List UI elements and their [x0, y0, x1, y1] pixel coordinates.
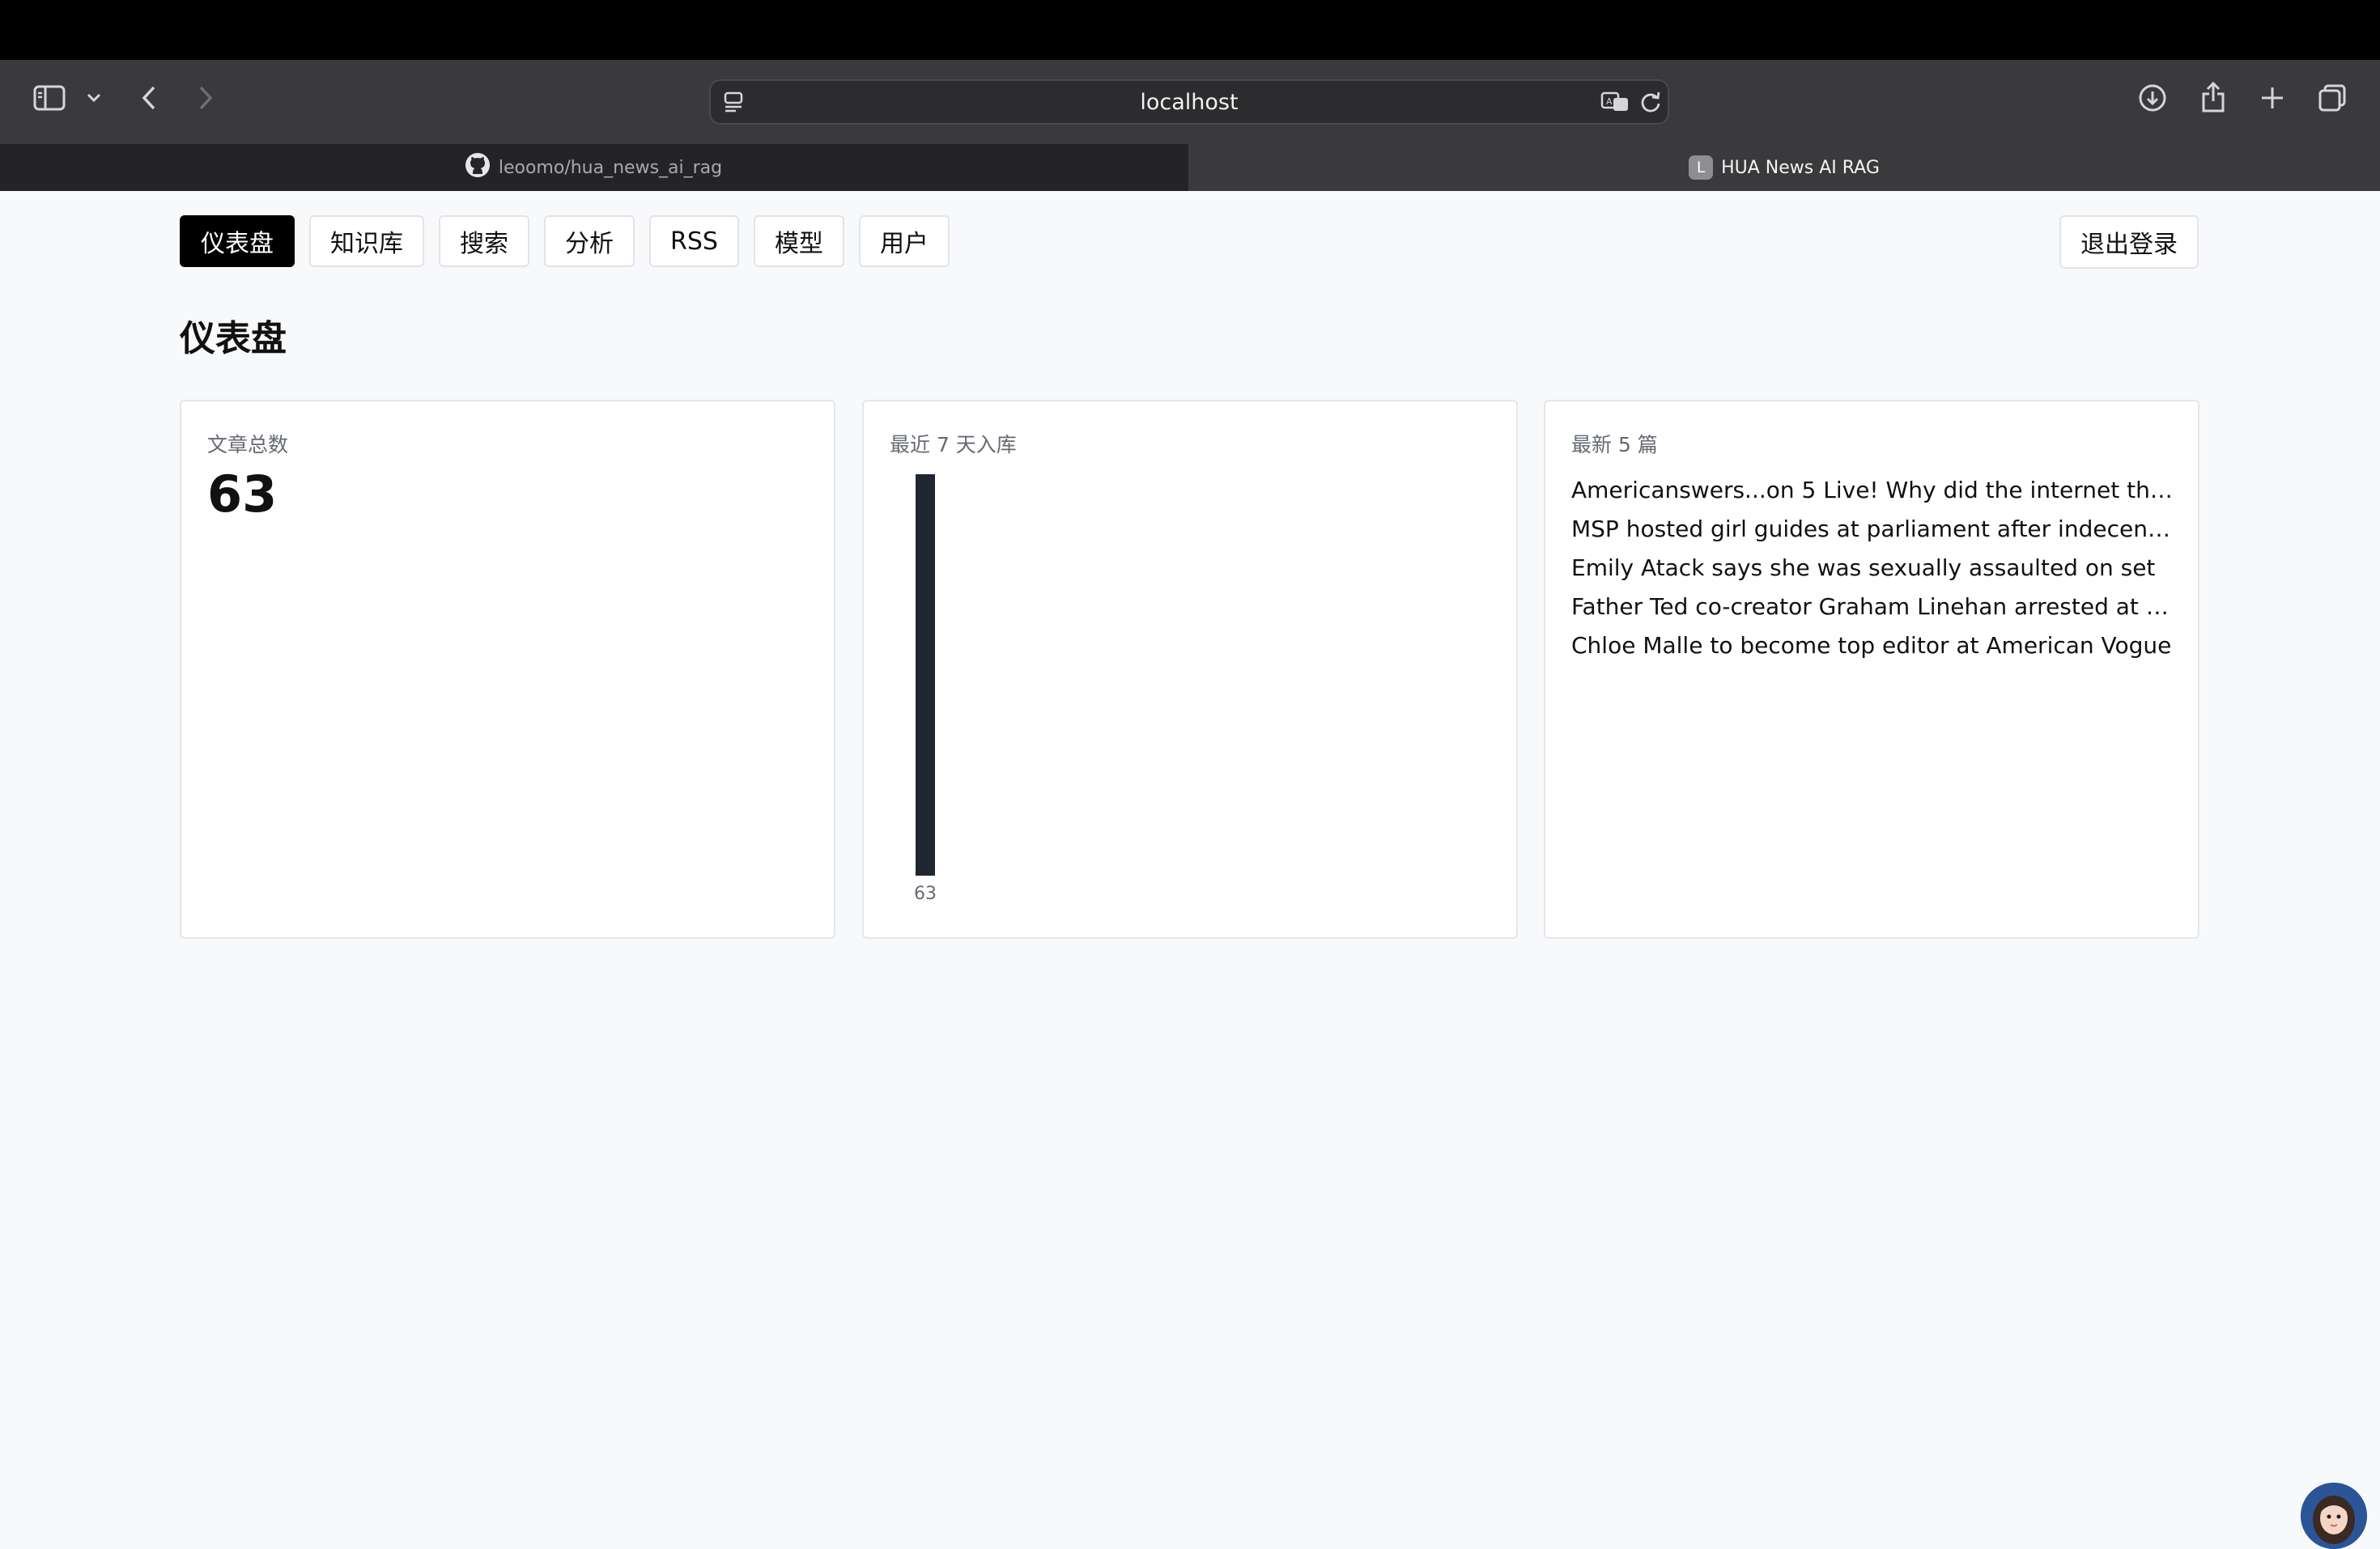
translate-icon[interactable]: A: [1600, 89, 1632, 115]
address-bar[interactable]: localhost A: [709, 79, 1669, 125]
download-icon[interactable]: [2136, 81, 2170, 115]
share-icon[interactable]: [2197, 79, 2229, 115]
svg-text:A: A: [1606, 96, 1613, 107]
nav-models-button[interactable]: 模型: [753, 215, 844, 267]
main-nav: 仪表盘 知识库 搜索 分析 RSS 模型 用户: [180, 215, 950, 267]
latest-article-item[interactable]: Father Ted co-creator Graham Linehan arr…: [1571, 588, 2175, 626]
reload-icon[interactable]: [1637, 89, 1664, 115]
nav-knowledge-base-button[interactable]: 知识库: [309, 215, 424, 267]
latest-articles-list: Americanswers...on 5 Live! Why did the i…: [1571, 471, 2175, 665]
latest-article-item[interactable]: Americanswers...on 5 Live! Why did the i…: [1571, 471, 2175, 510]
chart-data-label: 63: [914, 884, 937, 904]
page-title: 仪表盘: [180, 318, 287, 359]
url-text: localhost: [1140, 89, 1239, 115]
latest-article-item[interactable]: MSP hosted girl guides at parliament aft…: [1571, 510, 2175, 549]
tab-github-repo[interactable]: leoomo/hua_news_ai_rag: [0, 144, 1187, 191]
tab-hua-news[interactable]: L HUA News AI RAG: [1188, 144, 2380, 191]
sidebar-toggle-icon[interactable]: [31, 79, 68, 117]
tab-overview-icon[interactable]: [2315, 81, 2349, 115]
tab-strip: leoomo/hua_news_ai_rag L HUA News AI RAG: [0, 144, 2380, 191]
menu-bar: [0, 0, 2380, 60]
nav-users-button[interactable]: 用户: [858, 215, 950, 267]
app-page: 仪表盘 知识库 搜索 分析 RSS 模型 用户 退出登录 仪表盘 文章总数 63…: [0, 191, 2380, 1547]
latest-articles-card: 最新 5 篇 Americanswers...on 5 Live! Why di…: [1544, 400, 2199, 939]
chart-bar: [916, 474, 935, 876]
recent-7-days-card: 最近 7 天入库 63: [862, 400, 1518, 939]
browser-toolbar: localhost A: [0, 60, 2380, 144]
chevron-down-icon[interactable]: [83, 86, 105, 110]
forward-icon[interactable]: [193, 81, 219, 115]
recent-7-days-chart: 63: [864, 401, 1519, 940]
new-tab-icon[interactable]: [2257, 83, 2288, 113]
card-label: 文章总数: [207, 433, 289, 456]
total-articles-card: 文章总数 63: [180, 400, 835, 939]
latest-article-item[interactable]: Emily Atack says she was sexually assaul…: [1571, 549, 2175, 588]
total-articles-value: 63: [207, 465, 278, 524]
logout-button[interactable]: 退出登录: [2059, 215, 2199, 269]
github-icon: [465, 152, 491, 183]
latest-article-item[interactable]: Chloe Malle to become top editor at Amer…: [1571, 626, 2175, 665]
tab-title: HUA News AI RAG: [1721, 157, 1880, 178]
back-icon[interactable]: [136, 81, 162, 115]
tab-title: leoomo/hua_news_ai_rag: [498, 157, 723, 178]
assistant-avatar[interactable]: [2301, 1483, 2367, 1549]
card-label: 最新 5 篇: [1571, 433, 1658, 456]
nav-rss-button[interactable]: RSS: [649, 215, 739, 267]
nav-search-button[interactable]: 搜索: [439, 215, 529, 267]
nav-analysis-button[interactable]: 分析: [544, 215, 635, 267]
nav-dashboard-button[interactable]: 仪表盘: [180, 215, 295, 267]
tab-favicon-letter: L: [1689, 155, 1714, 180]
